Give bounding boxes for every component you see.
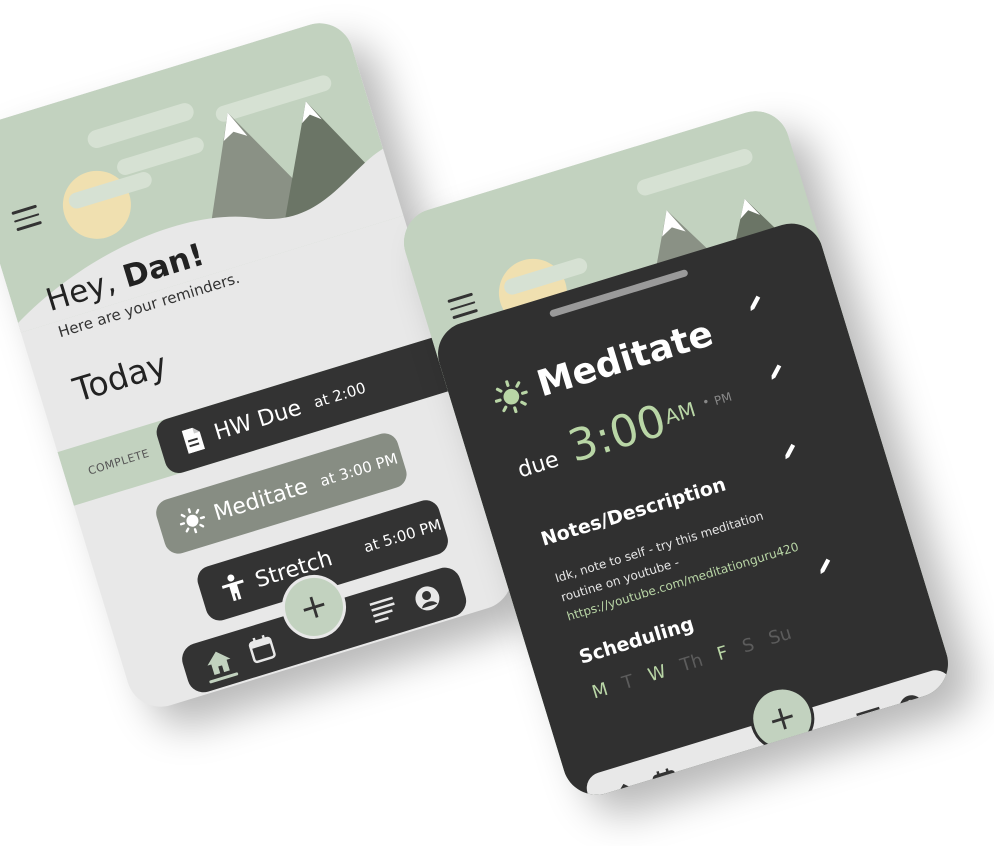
profile-icon[interactable] — [411, 582, 443, 614]
reminder-time: at 3:00 PM — [317, 449, 400, 491]
sun-icon — [494, 380, 528, 414]
pm-toggle[interactable]: PM — [713, 390, 734, 409]
list-icon[interactable] — [856, 705, 888, 737]
document-icon — [177, 424, 209, 456]
profile-icon[interactable] — [895, 691, 927, 723]
calendar-icon[interactable] — [247, 632, 279, 664]
calendar-icon[interactable] — [651, 766, 683, 798]
day-friday[interactable]: F — [715, 642, 731, 665]
due-label: due — [514, 447, 562, 484]
day-wednesday[interactable]: W — [646, 661, 669, 686]
reminder-detail-phone: Meditate due 3:00 AM • PM Notes/Descript… — [395, 102, 957, 804]
ampm-separator: • — [700, 394, 712, 410]
am-toggle[interactable]: AM — [662, 397, 699, 429]
home-icon[interactable] — [610, 778, 642, 804]
person-stretch-icon — [218, 571, 250, 603]
edit-schedule-pencil-icon[interactable] — [813, 555, 835, 577]
edit-time-pencil-icon[interactable] — [765, 361, 787, 383]
edit-title-pencil-icon[interactable] — [743, 292, 765, 314]
reminder-time: at 5:00 PM — [361, 515, 444, 557]
reminder-title: HW Due — [211, 395, 305, 446]
day-saturday[interactable]: S — [740, 634, 757, 657]
complete-label: COMPLETE — [86, 446, 151, 478]
day-tuesday[interactable]: T — [620, 671, 637, 694]
day-thursday[interactable]: Th — [678, 650, 706, 677]
section-title-today: Today — [68, 344, 172, 410]
day-sunday[interactable]: Su — [766, 623, 794, 650]
reminder-title: Meditate — [210, 473, 311, 526]
sun-icon — [176, 504, 208, 536]
reminder-title: Meditate — [532, 313, 718, 406]
day-monday[interactable]: M — [590, 679, 611, 704]
edit-notes-pencil-icon[interactable] — [778, 440, 800, 462]
list-icon[interactable] — [369, 595, 401, 627]
reminder-time: at 2:00 — [311, 378, 368, 412]
due-time[interactable]: 3:00 — [563, 395, 672, 473]
